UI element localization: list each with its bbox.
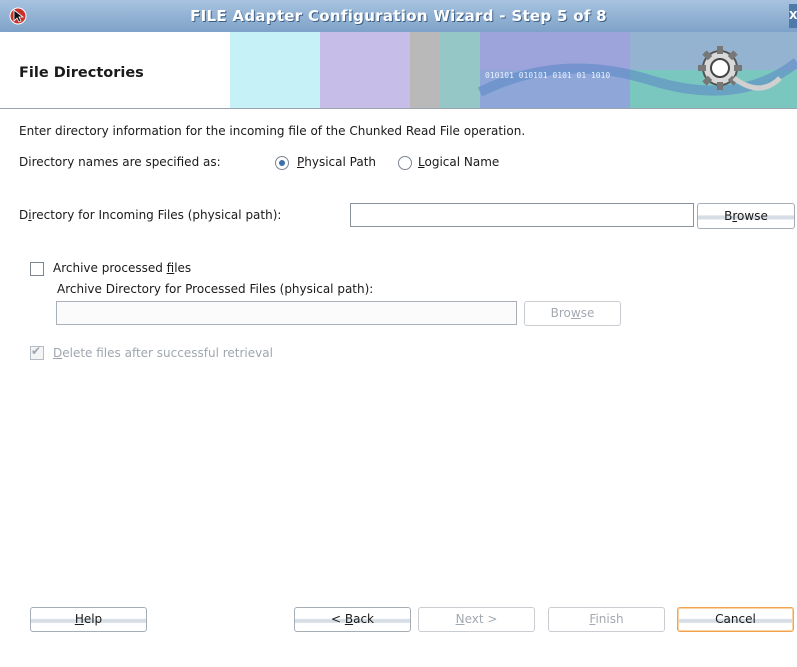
incoming-browse-button[interactable]: Browse xyxy=(697,203,795,229)
directory-names-label: Directory names are specified as: xyxy=(19,155,221,169)
title-bar[interactable]: FILE Adapter Configuration Wizard - Step… xyxy=(0,0,797,32)
instructions-text: Enter directory information for the inco… xyxy=(19,124,526,138)
delete-files-label[interactable]: Delete files after successful retrieval xyxy=(53,346,273,360)
page-title: File Directories xyxy=(19,65,144,81)
incoming-dir-label: Directory for Incoming Files (physical p… xyxy=(19,208,282,222)
next-button[interactable]: Next > xyxy=(418,607,535,632)
help-button[interactable]: Help xyxy=(30,607,147,632)
physical-path-radio[interactable] xyxy=(275,156,289,170)
delete-files-checkbox[interactable]: ✔ xyxy=(30,344,44,360)
back-button[interactable]: < Back xyxy=(294,607,411,632)
wizard-header: File Directories 010101 010101 0101 01 1… xyxy=(0,32,797,108)
archive-checkbox[interactable] xyxy=(30,262,44,276)
svg-text:010101 010101 0101 01 1010: 010101 010101 0101 01 1010 xyxy=(485,71,610,80)
archive-browse-button[interactable]: Browse xyxy=(524,301,621,326)
close-icon[interactable]: X xyxy=(789,4,797,28)
header-divider xyxy=(0,108,797,109)
archive-checkbox-label[interactable]: Archive processed files xyxy=(53,261,191,275)
banner-image: 010101 010101 0101 01 1010 xyxy=(230,32,797,108)
incoming-dir-input[interactable] xyxy=(350,203,694,227)
window-title: FILE Adapter Configuration Wizard - Step… xyxy=(190,7,607,25)
archive-dir-label: Archive Directory for Processed Files (p… xyxy=(57,282,374,296)
checkmark-icon: ✔ xyxy=(31,344,42,358)
cancel-button[interactable]: Cancel xyxy=(677,607,794,632)
finish-button[interactable]: Finish xyxy=(548,607,665,632)
physical-path-label[interactable]: Physical Path xyxy=(297,155,376,169)
logical-name-radio[interactable] xyxy=(398,156,412,170)
logical-name-label[interactable]: Logical Name xyxy=(418,155,499,169)
archive-dir-input[interactable] xyxy=(56,301,517,325)
